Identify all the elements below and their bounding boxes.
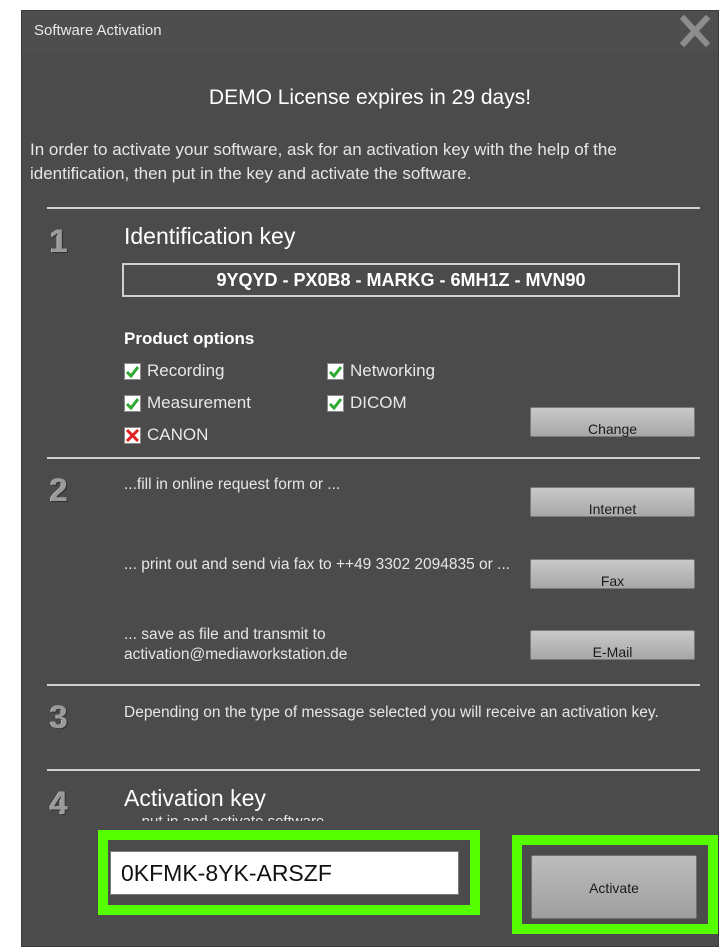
activation-key-input[interactable] [110, 851, 459, 895]
fax-button[interactable]: Fax [530, 559, 695, 589]
email-button[interactable]: E-Mail [530, 630, 695, 660]
option-canon: CANON [124, 425, 208, 445]
intro-text: In order to activate your software, ask … [30, 140, 617, 183]
checkbox-checked-icon [124, 394, 141, 412]
option-recording: Recording [124, 361, 225, 381]
divider [47, 207, 700, 209]
option-networking: Networking [327, 361, 435, 381]
step-number-1: 1 [50, 223, 68, 259]
title-bar: Software Activation [22, 11, 718, 53]
window-title: Software Activation [34, 22, 162, 39]
checkbox-checked-icon [327, 394, 344, 412]
option-label: Networking [350, 361, 436, 380]
fax-text: ... print out and send via fax to ++49 3… [124, 556, 511, 573]
option-label: Measurement [147, 393, 251, 412]
step-number-3: 3 [50, 699, 68, 735]
step3-text: Depending on the type of message selecte… [124, 704, 659, 721]
checkbox-checked-icon [327, 362, 344, 380]
step-number-2: 2 [50, 472, 68, 508]
activate-button[interactable]: Activate [531, 855, 697, 919]
checkbox-unchecked-cross-icon [124, 426, 141, 444]
step-number-4: 4 [50, 785, 68, 821]
activation-key-title: Activation key [124, 785, 266, 811]
change-button[interactable]: Change [530, 407, 695, 437]
divider [47, 684, 700, 686]
option-label: Recording [147, 361, 225, 380]
option-measurement: Measurement [124, 393, 251, 413]
close-icon[interactable] [679, 14, 711, 48]
email-text: ... save as file and transmit to activat… [124, 626, 348, 663]
activation-hint-text: ... put in and activate software ... [125, 809, 341, 821]
option-label: CANON [147, 425, 209, 444]
license-heading: DEMO License expires in 29 days! [208, 86, 532, 109]
option-label: DICOM [350, 393, 407, 412]
divider [47, 457, 700, 459]
option-dicom: DICOM [327, 393, 407, 413]
online-request-text: ...fill in online request form or ... [124, 476, 341, 493]
checkbox-checked-icon [124, 362, 141, 380]
product-options-title: Product options [124, 329, 255, 348]
identification-key-field: 9YQYD - PX0B8 - MARKG - 6MH1Z - MVN90 [122, 263, 680, 297]
internet-button[interactable]: Internet [530, 487, 695, 517]
activation-dialog: Software Activation DEMO License expires… [21, 10, 719, 947]
divider [47, 769, 700, 771]
identification-key-title: Identification key [124, 223, 296, 249]
